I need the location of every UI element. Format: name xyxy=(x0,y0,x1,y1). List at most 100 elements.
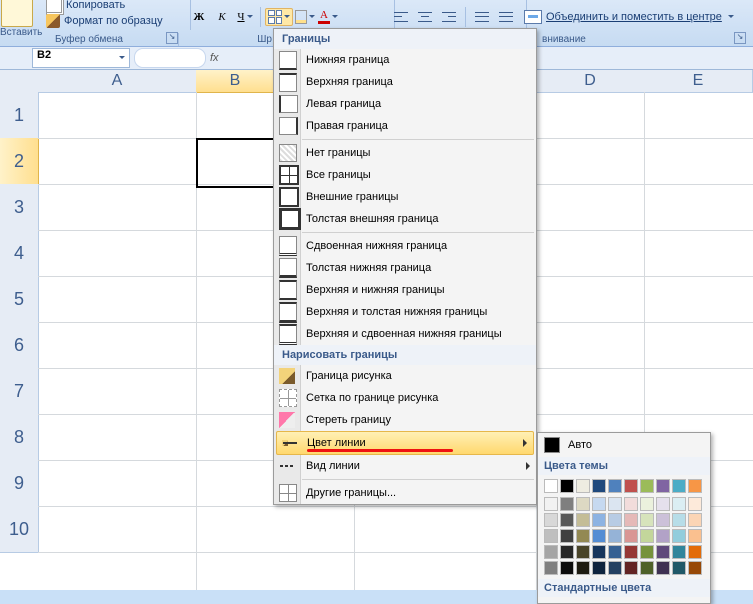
menu-item-top-double-bottom[interactable]: Верхняя и сдвоенная нижняя границы xyxy=(274,323,536,345)
align-left-button[interactable] xyxy=(390,6,412,28)
color-swatch[interactable] xyxy=(688,513,702,527)
color-swatch[interactable] xyxy=(624,497,638,511)
color-swatch[interactable] xyxy=(592,545,606,559)
row-header[interactable]: 8 xyxy=(0,414,39,461)
copy-button[interactable]: Копировать xyxy=(44,0,127,13)
menu-item-left-border[interactable]: Левая граница xyxy=(274,93,536,115)
color-swatch[interactable] xyxy=(576,545,590,559)
menu-item-erase-border[interactable]: Стереть границу xyxy=(274,409,536,431)
col-header-E[interactable]: E xyxy=(644,70,753,93)
merge-center-button[interactable]: Объединить и поместить в центре xyxy=(522,9,736,25)
menu-item-bottom-double[interactable]: Сдвоенная нижняя граница xyxy=(274,235,536,257)
color-swatch[interactable] xyxy=(592,529,606,543)
color-swatch[interactable] xyxy=(672,513,686,527)
row-header[interactable]: 3 xyxy=(0,184,39,231)
color-swatch[interactable] xyxy=(608,529,622,543)
color-swatch[interactable] xyxy=(672,497,686,511)
row-header[interactable]: 9 xyxy=(0,460,39,507)
row-header[interactable]: 10 xyxy=(0,506,39,553)
menu-item-top-bottom[interactable]: Верхняя и нижняя границы xyxy=(274,279,536,301)
format-painter-button[interactable]: Формат по образцу xyxy=(44,13,165,29)
color-swatch[interactable] xyxy=(672,529,686,543)
color-swatch[interactable] xyxy=(656,513,670,527)
menu-item-draw-grid[interactable]: Сетка по границе рисунка xyxy=(274,387,536,409)
col-header-B[interactable]: B xyxy=(196,70,275,93)
menu-item-thick-box[interactable]: Толстая внешняя граница xyxy=(274,208,536,230)
borders-button[interactable] xyxy=(265,8,293,26)
select-all-corner[interactable] xyxy=(0,70,39,93)
selected-cell[interactable] xyxy=(196,138,278,188)
color-swatch[interactable] xyxy=(624,479,638,493)
color-swatch[interactable] xyxy=(640,513,654,527)
color-swatch[interactable] xyxy=(576,529,590,543)
color-swatch[interactable] xyxy=(544,529,558,543)
color-swatch[interactable] xyxy=(688,479,702,493)
color-swatch[interactable] xyxy=(544,561,558,575)
color-swatch[interactable] xyxy=(544,545,558,559)
row-header[interactable]: 6 xyxy=(0,322,39,369)
menu-item-bottom-border[interactable]: Нижняя граница xyxy=(274,49,536,71)
color-swatch[interactable] xyxy=(688,529,702,543)
menu-item-all-borders[interactable]: Все границы xyxy=(274,164,536,186)
row-header[interactable]: 1 xyxy=(0,92,39,139)
name-box[interactable]: B2 xyxy=(32,48,130,68)
menu-item-more-borders[interactable]: Другие границы... xyxy=(274,482,536,504)
color-swatch[interactable] xyxy=(624,545,638,559)
color-swatch[interactable] xyxy=(544,479,558,493)
row-header[interactable]: 5 xyxy=(0,276,39,323)
row-header[interactable]: 4 xyxy=(0,230,39,277)
color-swatch[interactable] xyxy=(560,545,574,559)
color-auto[interactable]: Авто xyxy=(538,433,710,457)
increase-indent-button[interactable] xyxy=(495,6,517,28)
color-swatch[interactable] xyxy=(544,513,558,527)
color-swatch[interactable] xyxy=(640,479,654,493)
align-right-button[interactable] xyxy=(438,6,460,28)
color-swatch[interactable] xyxy=(688,545,702,559)
color-swatch[interactable] xyxy=(608,545,622,559)
color-swatch[interactable] xyxy=(640,545,654,559)
color-swatch[interactable] xyxy=(608,479,622,493)
color-swatch[interactable] xyxy=(560,529,574,543)
menu-item-line-color[interactable]: Цвет линии xyxy=(276,431,534,455)
color-swatch[interactable] xyxy=(672,561,686,575)
color-swatch[interactable] xyxy=(592,561,606,575)
color-swatch[interactable] xyxy=(560,513,574,527)
menu-item-right-border[interactable]: Правая граница xyxy=(274,115,536,137)
color-swatch[interactable] xyxy=(624,529,638,543)
col-header-D[interactable]: D xyxy=(536,70,645,93)
color-swatch[interactable] xyxy=(640,529,654,543)
menu-item-draw-border[interactable]: Граница рисунка xyxy=(274,365,536,387)
fx-icon[interactable]: fx xyxy=(210,52,219,64)
row-header[interactable]: 2 xyxy=(0,138,39,185)
alignment-launcher-icon[interactable]: ↘ xyxy=(734,32,746,44)
row-header[interactable]: 7 xyxy=(0,368,39,415)
menu-item-top-thick-bottom[interactable]: Верхняя и толстая нижняя границы xyxy=(274,301,536,323)
color-swatch[interactable] xyxy=(592,479,606,493)
color-swatch[interactable] xyxy=(576,561,590,575)
color-swatch[interactable] xyxy=(624,561,638,575)
color-swatch[interactable] xyxy=(592,497,606,511)
clipboard-launcher-icon[interactable]: ↘ xyxy=(166,32,178,44)
color-swatch[interactable] xyxy=(576,513,590,527)
color-swatch[interactable] xyxy=(560,497,574,511)
color-swatch[interactable] xyxy=(560,561,574,575)
color-swatch[interactable] xyxy=(576,479,590,493)
menu-item-no-border[interactable]: Нет границы xyxy=(274,142,536,164)
color-swatch[interactable] xyxy=(656,529,670,543)
color-swatch[interactable] xyxy=(624,513,638,527)
color-swatch[interactable] xyxy=(608,561,622,575)
color-swatch[interactable] xyxy=(560,479,574,493)
color-swatch[interactable] xyxy=(656,561,670,575)
color-swatch[interactable] xyxy=(672,479,686,493)
menu-item-outside-borders[interactable]: Внешние границы xyxy=(274,186,536,208)
color-swatch[interactable] xyxy=(656,545,670,559)
color-swatch[interactable] xyxy=(608,497,622,511)
color-swatch[interactable] xyxy=(576,497,590,511)
color-swatch[interactable] xyxy=(544,497,558,511)
col-header-A[interactable]: A xyxy=(38,70,197,93)
font-color-button[interactable]: A xyxy=(317,6,339,28)
color-swatch[interactable] xyxy=(656,479,670,493)
color-swatch[interactable] xyxy=(688,561,702,575)
decrease-indent-button[interactable] xyxy=(471,6,493,28)
menu-item-thick-bottom[interactable]: Толстая нижняя граница xyxy=(274,257,536,279)
